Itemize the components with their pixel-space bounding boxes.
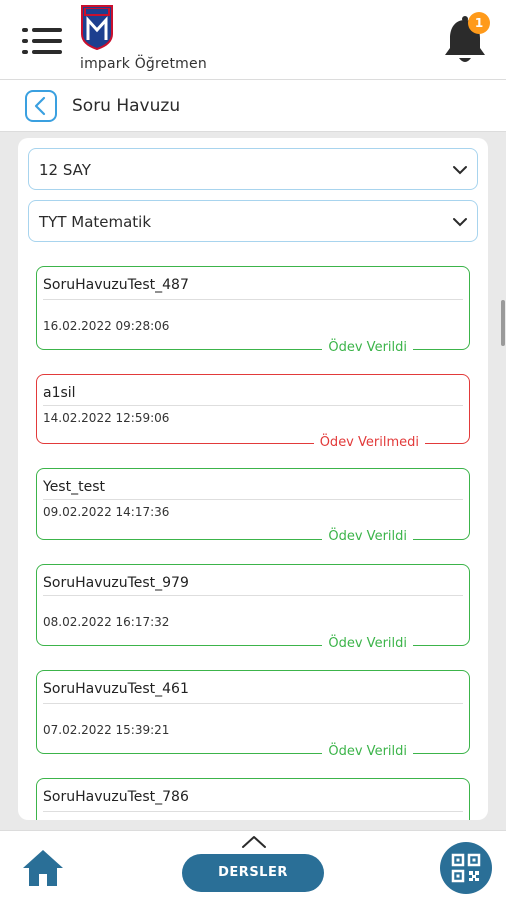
assignment-status: Ödev Verildi bbox=[322, 744, 413, 759]
assignment-status: Ödev Verildi bbox=[322, 340, 413, 355]
assignment-date: 07.02.2022 15:39:21 bbox=[43, 723, 170, 737]
top-bar: impark Öğretmen 1 bbox=[0, 0, 506, 80]
assignment-name: SoruHavuzuTest_461 bbox=[43, 681, 189, 697]
divider bbox=[43, 299, 463, 300]
qr-code-button[interactable] bbox=[440, 842, 492, 894]
assignment-date: 08.02.2022 16:17:32 bbox=[43, 615, 170, 629]
assignment-name: a1sil bbox=[43, 385, 76, 401]
divider bbox=[43, 499, 463, 500]
assignment-card[interactable]: a1sil 14.02.2022 12:59:06 Ödev Verilmedi bbox=[36, 374, 470, 450]
assignment-card[interactable]: Yest_test 09.02.2022 14:17:36 Ödev Veril… bbox=[36, 468, 470, 544]
chevron-down-icon bbox=[453, 166, 467, 175]
assignment-name: SoruHavuzuTest_979 bbox=[43, 575, 189, 591]
assignment-date: 16.02.2022 09:28:06 bbox=[43, 319, 170, 333]
class-select-value: 12 SAY bbox=[39, 161, 91, 179]
assignment-status: Ödev Verildi bbox=[322, 636, 413, 651]
divider bbox=[43, 595, 463, 596]
lesson-select-value: TYT Matematik bbox=[39, 213, 152, 231]
chevron-down-icon bbox=[453, 218, 467, 227]
assignment-date: 14.02.2022 12:59:06 bbox=[43, 411, 170, 425]
school-logo bbox=[81, 5, 113, 50]
assignment-name: Yest_test bbox=[43, 479, 105, 495]
scrollbar[interactable] bbox=[501, 300, 505, 346]
assignment-card[interactable]: SoruHavuzuTest_461 07.02.2022 15:39:21 Ö… bbox=[36, 670, 470, 759]
question-pool-panel: 12 SAY TYT Matematik SoruHavuzuTest_487 … bbox=[18, 138, 488, 820]
assignment-status: Ödev Verilmedi bbox=[313, 435, 425, 450]
assignment-name: SoruHavuzuTest_487 bbox=[43, 277, 189, 293]
home-icon[interactable] bbox=[22, 848, 64, 888]
assignment-date: 09.02.2022 14:17:36 bbox=[43, 505, 170, 519]
assignment-name: SoruHavuzuTest_786 bbox=[43, 789, 189, 805]
assignment-card[interactable]: SoruHavuzuTest_487 16.02.2022 09:28:06 Ö… bbox=[36, 266, 470, 355]
menu-icon[interactable] bbox=[22, 28, 62, 54]
assignment-card[interactable]: SoruHavuzuTest_979 08.02.2022 16:17:32 Ö… bbox=[36, 564, 470, 651]
divider bbox=[43, 703, 463, 704]
brand-name: impark Öğretmen bbox=[80, 56, 207, 72]
qr-code-icon bbox=[451, 853, 481, 883]
assignment-status: Ödev Verildi bbox=[322, 529, 413, 544]
notification-badge: 1 bbox=[468, 12, 490, 34]
title-bar: Soru Havuzu bbox=[0, 80, 506, 132]
app-root: impark Öğretmen 1 Soru Havuzu 12 SAY TYT… bbox=[0, 0, 506, 900]
page-title: Soru Havuzu bbox=[72, 96, 181, 116]
assignment-card[interactable]: SoruHavuzuTest_786 bbox=[36, 778, 470, 820]
divider bbox=[43, 811, 463, 812]
divider bbox=[43, 405, 463, 406]
back-button[interactable] bbox=[25, 90, 57, 122]
lesson-select[interactable]: TYT Matematik bbox=[28, 200, 478, 242]
chevron-left-icon bbox=[34, 96, 46, 116]
dersler-button[interactable]: DERSLER bbox=[182, 854, 324, 892]
chevron-up-icon[interactable] bbox=[240, 834, 268, 850]
class-select[interactable]: 12 SAY bbox=[28, 148, 478, 190]
